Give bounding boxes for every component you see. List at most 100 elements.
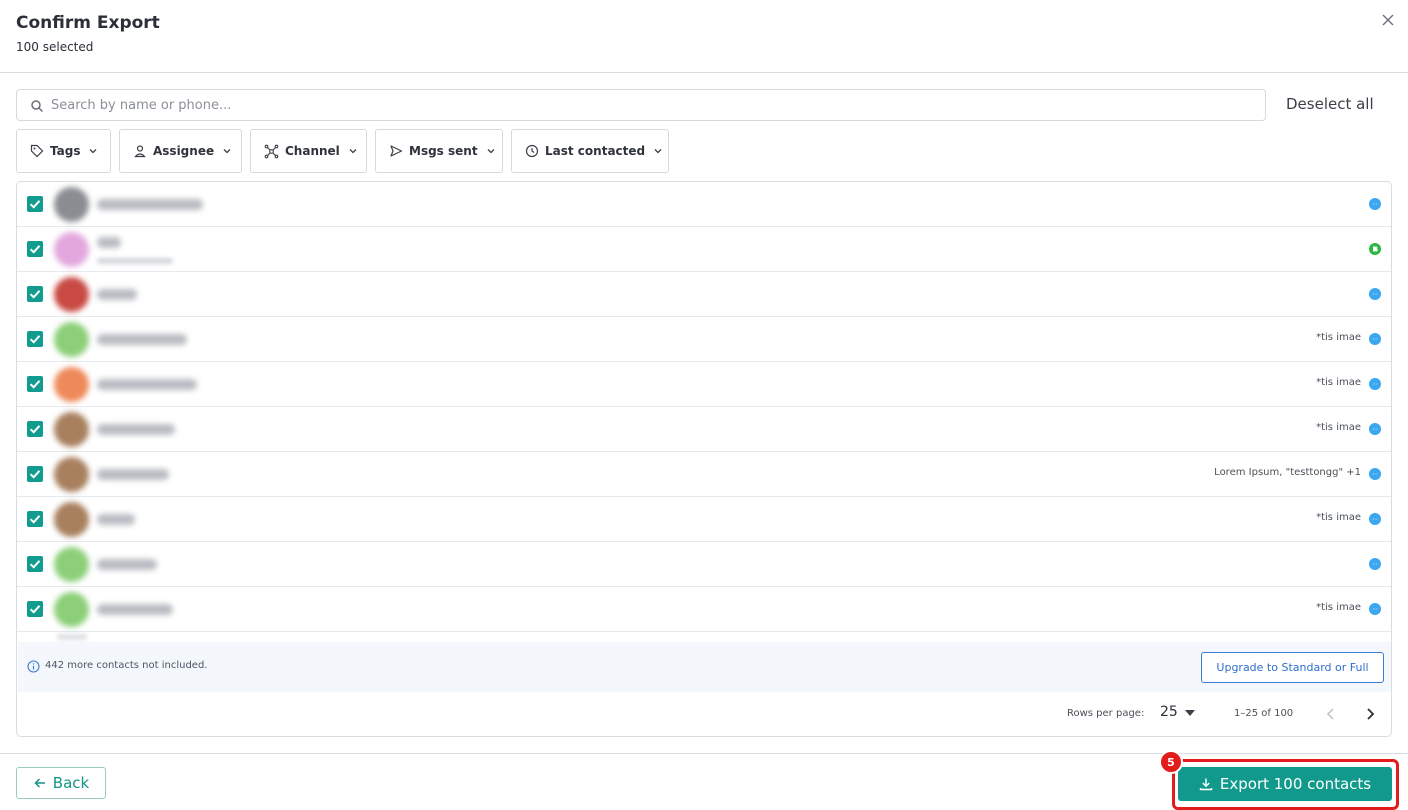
check-icon	[29, 380, 41, 389]
avatar	[54, 592, 89, 627]
check-icon	[29, 290, 41, 299]
table-row[interactable]	[17, 227, 1391, 272]
avatar	[54, 187, 89, 222]
page-range: 1–25 of 100	[1234, 708, 1294, 719]
row-checkbox[interactable]	[27, 601, 43, 617]
filter-label: Tags	[50, 144, 81, 158]
avatar	[54, 502, 89, 537]
messenger-icon	[1369, 513, 1381, 525]
filter-channel[interactable]: Channel	[250, 129, 367, 173]
table-row[interactable]: Lorem Ipsum, "testtongg" +1	[17, 452, 1391, 497]
row-checkbox[interactable]	[27, 421, 43, 437]
row-checkbox[interactable]	[27, 466, 43, 482]
upgrade-button[interactable]: Upgrade to Standard or Full	[1201, 652, 1384, 683]
close-icon	[1382, 14, 1394, 26]
caret-down-icon[interactable]	[1185, 710, 1195, 716]
table-row[interactable]: *tis imae	[17, 497, 1391, 542]
filter-msgs-sent[interactable]: Msgs sent	[375, 129, 503, 173]
chevron-down-icon	[349, 149, 357, 154]
selected-count: 100 selected	[16, 40, 94, 54]
avatar	[54, 412, 89, 447]
filter-last-contacted[interactable]: Last contacted	[511, 129, 669, 173]
check-icon	[29, 245, 41, 254]
avatar	[54, 322, 89, 357]
contacts-table: *tis imae *tis imae *tis imae Lorem Ipsum, …	[16, 181, 1392, 737]
table-row[interactable]: *tis imae	[17, 587, 1391, 632]
avatar	[54, 367, 89, 402]
person-icon	[134, 145, 146, 158]
chevron-right-icon[interactable]	[1360, 704, 1380, 724]
table-row[interactable]	[17, 272, 1391, 317]
search-box[interactable]	[16, 89, 1266, 121]
whatsapp-icon	[1369, 243, 1381, 255]
table-row[interactable]	[17, 542, 1391, 587]
table-row[interactable]: *tis imae	[17, 362, 1391, 407]
filter-label: Last contacted	[545, 144, 646, 158]
limit-notice-text: 442 more contacts not included.	[45, 660, 208, 671]
close-button[interactable]	[1378, 10, 1398, 30]
row-checkbox[interactable]	[27, 286, 43, 302]
contact-name-redacted	[97, 199, 203, 210]
messenger-icon	[1369, 468, 1381, 480]
row-checkbox[interactable]	[27, 556, 43, 572]
messenger-icon	[1369, 423, 1381, 435]
contact-tags: *tis imae	[1316, 602, 1361, 613]
avatar	[54, 457, 89, 492]
chevron-left-icon[interactable]	[1321, 704, 1341, 724]
check-icon	[29, 200, 41, 209]
avatar	[54, 232, 89, 267]
check-icon	[29, 470, 41, 479]
dialog-header: Confirm Export 100 selected	[0, 0, 1408, 73]
row-checkbox[interactable]	[27, 241, 43, 257]
row-checkbox[interactable]	[27, 511, 43, 527]
deselect-all-button[interactable]: Deselect all	[1286, 95, 1374, 113]
rows-per-page-label: Rows per page:	[1067, 708, 1145, 719]
contact-name-redacted	[97, 424, 175, 435]
contact-tags: *tis imae	[1316, 332, 1361, 343]
filter-tags[interactable]: Tags	[16, 129, 111, 173]
row-checkbox[interactable]	[27, 376, 43, 392]
pagination: Rows per page: 25 1–25 of 100	[17, 692, 1391, 736]
download-icon	[1199, 778, 1213, 791]
tag-icon	[30, 144, 44, 158]
contact-name-redacted	[97, 604, 173, 615]
network-icon	[264, 144, 279, 158]
table-row[interactable]: *tis imae	[17, 317, 1391, 362]
table-row[interactable]	[17, 182, 1391, 227]
contact-tags: *tis imae	[1316, 512, 1361, 523]
search-icon	[31, 100, 44, 113]
contact-detail-redacted	[97, 258, 173, 264]
filter-assignee[interactable]: Assignee	[119, 129, 242, 173]
contact-name-redacted	[97, 469, 169, 480]
messenger-icon	[1369, 198, 1381, 210]
contact-tags: Lorem Ipsum, "testtongg" +1	[1214, 467, 1361, 478]
row-checkbox[interactable]	[27, 196, 43, 212]
export-label: Export 100 contacts	[1219, 775, 1372, 793]
contact-name-redacted	[97, 334, 187, 345]
back-button[interactable]: Back	[16, 767, 106, 799]
chevron-down-icon	[223, 149, 231, 154]
export-button[interactable]: Export 100 contacts	[1178, 767, 1392, 801]
check-icon	[29, 425, 41, 434]
row-checkbox[interactable]	[27, 331, 43, 347]
messenger-icon	[1369, 333, 1381, 345]
contact-name-redacted	[97, 237, 121, 248]
send-icon	[390, 145, 403, 157]
step-badge: 5	[1159, 750, 1183, 774]
rows-per-page-select[interactable]: 25	[1160, 704, 1178, 720]
filter-label: Channel	[285, 144, 340, 158]
messenger-icon	[1369, 603, 1381, 615]
check-icon	[29, 560, 41, 569]
contact-tags: *tis imae	[1316, 377, 1361, 388]
contact-name-redacted	[97, 559, 157, 570]
contact-name-redacted	[97, 514, 135, 525]
search-input[interactable]	[51, 91, 1251, 119]
avatar	[54, 277, 89, 312]
avatar	[54, 547, 89, 582]
contact-name-redacted	[97, 379, 197, 390]
chevron-down-icon	[487, 149, 495, 154]
chevron-down-icon	[90, 149, 97, 154]
messenger-icon	[1369, 558, 1381, 570]
table-row[interactable]: *tis imae	[17, 407, 1391, 452]
back-label: Back	[52, 774, 90, 792]
